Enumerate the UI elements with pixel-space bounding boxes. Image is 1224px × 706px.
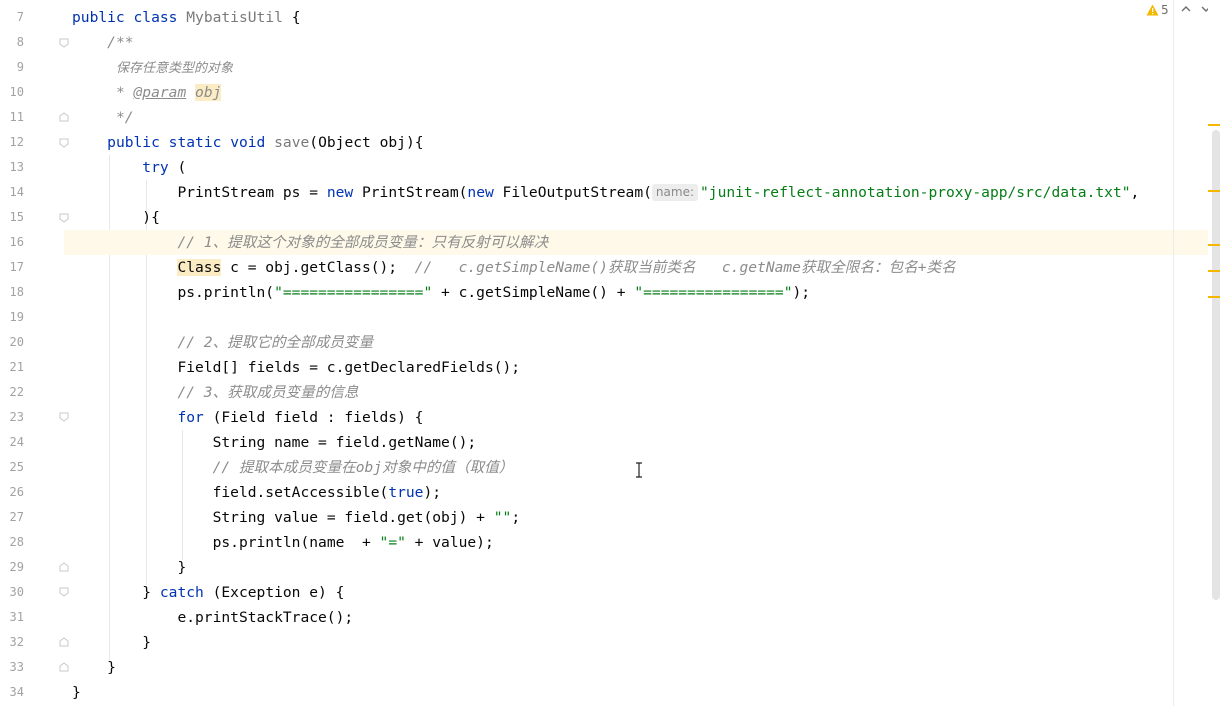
- line-number: 26: [9, 485, 24, 499]
- line-number: 30: [9, 585, 24, 599]
- code-line: String name = field.getName();: [212, 434, 477, 451]
- code-line: PrintStream ps = new PrintStream(new Fil…: [177, 184, 1140, 201]
- line-number: 22: [9, 385, 24, 399]
- line-number: 21: [9, 360, 24, 374]
- right-margin-guide: [1173, 0, 1174, 706]
- code-line: }: [72, 684, 81, 701]
- line-number: 13: [9, 160, 24, 174]
- line-number: 11: [9, 110, 24, 124]
- code-line: }: [107, 659, 116, 676]
- line-number: 9: [16, 60, 24, 74]
- line-number: 15: [9, 210, 24, 224]
- parameter-hint: name:: [651, 184, 698, 201]
- line-number: 23: [9, 410, 24, 424]
- code-line: field.setAccessible(true);: [212, 484, 442, 501]
- code-line: // 2、提取它的全部成员变量: [177, 334, 374, 351]
- line-number: 31: [9, 610, 24, 624]
- line-number: 17: [9, 260, 24, 274]
- code-line: for (Field field : fields) {: [177, 409, 424, 426]
- line-number: 19: [9, 310, 24, 324]
- line-number: 14: [9, 185, 24, 199]
- line-number: 8: [16, 35, 24, 49]
- line-number: 24: [9, 435, 24, 449]
- code-line: public class MybatisUtil {: [72, 9, 301, 26]
- line-number: 25: [9, 460, 24, 474]
- code-line: 保存任意类型的对象: [115, 61, 233, 76]
- code-area[interactable]: public class MybatisUtil { /** 保存任意类型的对象…: [64, 0, 1224, 706]
- code-line: ){: [142, 209, 160, 226]
- code-line: }: [142, 634, 152, 651]
- code-line: ps.println(name + "=" + value);: [212, 534, 494, 551]
- warning-count: 5: [1161, 3, 1169, 17]
- code-line: Class c = obj.getClass(); // c.getSimple…: [177, 259, 956, 276]
- code-line: public static void save(Object obj){: [107, 134, 424, 151]
- line-number: 20: [9, 335, 24, 349]
- line-number: 29: [9, 560, 24, 574]
- warning-stripe-marker[interactable]: [1208, 190, 1220, 192]
- line-number: 28: [9, 535, 24, 549]
- line-number-gutter: 7 8 9 10 11 12 13 14 15 16 17 18 19 20 2…: [0, 0, 69, 706]
- current-code-line: // 1、提取这个对象的全部成员变量：只有反射可以解决: [64, 230, 1224, 255]
- warning-stripe-marker[interactable]: [1208, 296, 1220, 298]
- line-number: 10: [9, 85, 24, 99]
- line-number: 16: [9, 235, 24, 249]
- code-line: }: [177, 559, 187, 576]
- scrollbar-thumb[interactable]: [1212, 130, 1220, 600]
- code-line: try (: [142, 159, 187, 176]
- code-line: e.printStackTrace();: [177, 609, 354, 626]
- code-line: } catch (Exception e) {: [142, 584, 345, 601]
- code-line: // 3、获取成员变量的信息: [177, 384, 359, 401]
- code-editor[interactable]: 7 8 9 10 11 12 13 14 15 16 17 18 19 20 2…: [0, 0, 1224, 706]
- line-number: 33: [9, 660, 24, 674]
- code-line: ps.println("================" + c.getSim…: [177, 284, 811, 301]
- code-line: * @param obj: [115, 84, 222, 101]
- line-number: 7: [16, 10, 24, 24]
- warning-stripe-marker[interactable]: [1208, 244, 1220, 246]
- warning-icon: [1146, 4, 1159, 16]
- line-number: 34: [9, 685, 24, 699]
- code-line: String value = field.get(obj) + "";: [212, 509, 521, 526]
- code-line: Field[] fields = c.getDeclaredFields();: [177, 359, 521, 376]
- warning-stripe-marker[interactable]: [1208, 124, 1220, 126]
- code-line: /**: [107, 34, 134, 51]
- line-number: 32: [9, 635, 24, 649]
- code-line: // 提取本成员变量在obj对象中的值（取值）: [212, 459, 514, 476]
- line-number: 27: [9, 510, 24, 524]
- previous-highlight-icon[interactable]: [1181, 4, 1191, 14]
- code-line: */: [115, 109, 134, 126]
- line-number: 18: [9, 285, 24, 299]
- text-cursor-icon: [636, 462, 642, 478]
- line-number: 12: [9, 135, 24, 149]
- warning-stripe-marker[interactable]: [1208, 270, 1220, 272]
